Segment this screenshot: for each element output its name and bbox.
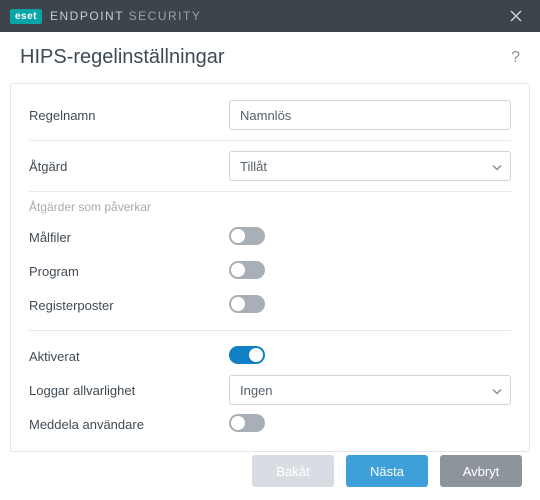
divider (29, 191, 511, 192)
enabled-label: Aktiverat (29, 349, 229, 364)
log-severity-select[interactable]: Ingen (229, 375, 511, 405)
notify-user-label: Meddela användare (29, 417, 229, 432)
rule-name-input[interactable] (229, 100, 511, 130)
section-affects-title: Åtgärder som påverkar (29, 200, 511, 214)
enabled-toggle[interactable] (229, 346, 265, 364)
divider (29, 140, 511, 141)
close-icon (510, 10, 522, 22)
registry-label: Registerposter (29, 298, 229, 313)
row-rule-name: Regelnamn (29, 98, 511, 132)
row-notify-user: Meddela användare (29, 407, 511, 441)
rule-name-label: Regelnamn (29, 108, 229, 123)
row-enabled: Aktiverat (29, 339, 511, 373)
dialog-header: HIPS-regelinställningar ? (0, 32, 540, 83)
action-select[interactable]: Tillåt (229, 151, 511, 181)
log-severity-label: Loggar allvarlighet (29, 383, 229, 398)
back-button: Bakåt (252, 455, 334, 487)
settings-panel: Regelnamn Åtgärd Tillåt Åtgärder som påv… (10, 83, 530, 452)
row-log-severity: Loggar allvarlighet Ingen (29, 373, 511, 407)
programs-label: Program (29, 264, 229, 279)
row-programs: Program (29, 254, 511, 288)
row-target-files: Målfiler (29, 220, 511, 254)
action-label: Åtgärd (29, 159, 229, 174)
chevron-down-icon (492, 383, 502, 398)
action-select-value: Tillåt (240, 159, 267, 174)
help-button[interactable]: ? (511, 49, 520, 67)
brand-sub: SECURITY (129, 9, 202, 23)
programs-toggle[interactable] (229, 261, 265, 279)
titlebar: eset ENDPOINT SECURITY (0, 0, 540, 32)
notify-user-toggle[interactable] (229, 414, 265, 432)
divider (29, 330, 511, 331)
brand-main: ENDPOINT (50, 9, 124, 23)
dialog-footer: Bakåt Nästa Avbryt (0, 442, 540, 500)
log-severity-value: Ingen (240, 383, 273, 398)
registry-toggle[interactable] (229, 295, 265, 313)
chevron-down-icon (492, 159, 502, 174)
brand-badge: eset (10, 9, 42, 24)
target-files-toggle[interactable] (229, 227, 265, 245)
next-button[interactable]: Nästa (346, 455, 428, 487)
target-files-label: Målfiler (29, 230, 229, 245)
page-title: HIPS-regelinställningar (20, 46, 511, 69)
close-button[interactable] (502, 2, 530, 30)
brand-text: ENDPOINT SECURITY (50, 9, 201, 23)
row-registry: Registerposter (29, 288, 511, 322)
row-action: Åtgärd Tillåt (29, 149, 511, 183)
cancel-button[interactable]: Avbryt (440, 455, 522, 487)
